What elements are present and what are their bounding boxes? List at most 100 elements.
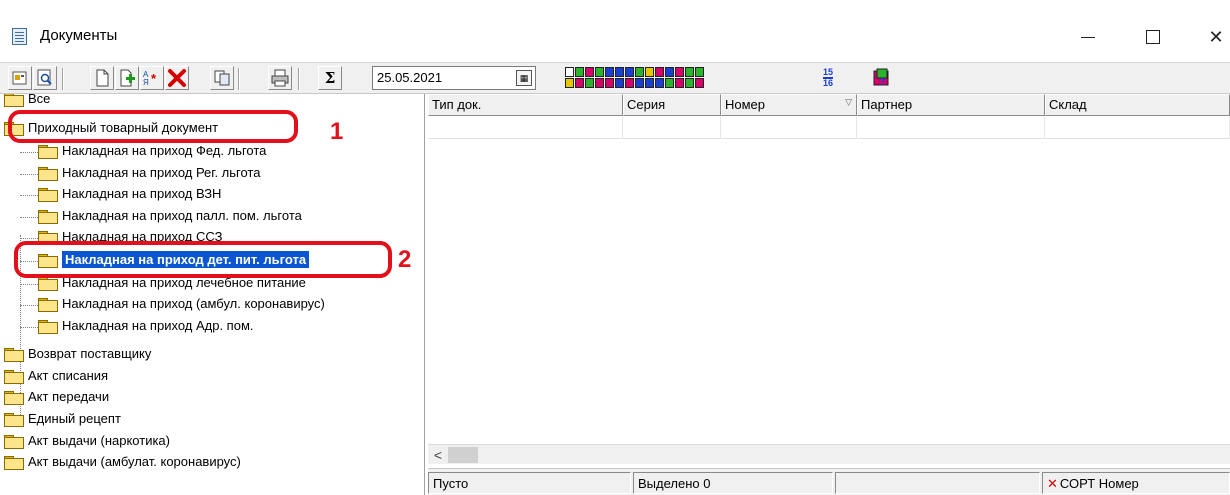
column-header-number[interactable]: Номер ▽ xyxy=(721,94,857,116)
sigma-icon: Σ xyxy=(324,69,336,87)
folder-icon xyxy=(38,166,58,181)
close-button[interactable]: ✕ xyxy=(1196,20,1230,54)
add-document-button[interactable] xyxy=(115,66,139,90)
tree-item-palliative[interactable]: Накладная на приход палл. пом. льгота xyxy=(38,206,302,225)
printer-icon xyxy=(271,69,289,87)
tree-item-all[interactable]: Все xyxy=(4,94,50,108)
documents-grid[interactable]: Тип док. Серия Номер ▽ Партнер Склад < П… xyxy=(428,94,1230,495)
copy-icon xyxy=(214,70,230,86)
window-title: Документы xyxy=(40,27,118,44)
tree-item-return-supplier[interactable]: Возврат поставщику xyxy=(4,344,151,363)
annotation-number-2: 2 xyxy=(398,246,412,273)
column-header-doc-type[interactable]: Тип док. xyxy=(428,94,623,116)
status-sort-label: СОРТ Номер xyxy=(1059,476,1139,491)
print-button[interactable] xyxy=(268,66,292,90)
folder-icon xyxy=(38,319,58,334)
tree-item-issue-narcotics[interactable]: Акт выдачи (наркотика) xyxy=(4,431,170,450)
folder-icon xyxy=(4,390,24,405)
tree-item-vzn[interactable]: Накладная на приход ВЗН xyxy=(38,184,221,203)
folder-icon xyxy=(4,94,24,107)
refresh-question-icon: ? xyxy=(873,68,889,88)
folder-icon xyxy=(38,187,58,202)
annotation-number-1: 1 xyxy=(330,118,344,145)
tree-item-targeted-aid[interactable]: Накладная на приход Адр. пом. xyxy=(38,316,254,335)
status-state: Пусто xyxy=(428,472,631,494)
tree-connector xyxy=(20,284,38,285)
minimize-button[interactable] xyxy=(1068,20,1108,54)
status-selected-count: Выделено 0 xyxy=(633,472,833,494)
maximize-button[interactable] xyxy=(1133,20,1173,54)
properties-icon xyxy=(12,71,27,85)
delete-x-icon xyxy=(168,69,186,87)
tree-connector xyxy=(20,327,38,328)
scroll-thumb[interactable] xyxy=(448,447,478,463)
status-bar: Пусто Выделено 0 ✕ СОРТ Номер xyxy=(428,468,1230,495)
toolbar-separator xyxy=(238,68,240,90)
properties-button[interactable] xyxy=(8,66,32,90)
tree-connector xyxy=(20,174,38,175)
maximize-icon xyxy=(1146,30,1160,44)
column-header-partner[interactable]: Партнер xyxy=(857,94,1045,116)
magnifier-icon xyxy=(37,69,52,86)
svg-text:Я: Я xyxy=(143,78,149,87)
close-icon: ✕ xyxy=(1208,27,1224,47)
tree-item-transfer[interactable]: Акт передачи xyxy=(4,387,109,406)
folder-icon xyxy=(38,297,58,312)
tree-connector xyxy=(20,305,38,306)
sum-button[interactable]: Σ xyxy=(318,66,342,90)
column-header-series[interactable]: Серия xyxy=(623,94,721,116)
tree-item-ambulatory-covid[interactable]: Накладная на приход (амбул. коронавирус) xyxy=(38,294,325,313)
folder-icon xyxy=(4,347,24,362)
folder-icon xyxy=(38,209,58,224)
table-row[interactable] xyxy=(428,117,1230,139)
clear-sort-icon[interactable]: ✕ xyxy=(1047,476,1058,491)
minimize-icon xyxy=(1081,36,1095,38)
calendar-range-button[interactable]: 15 16 xyxy=(816,66,840,90)
sort-indicator-icon: ▽ xyxy=(845,97,852,107)
sort-az-icon: AЯ * xyxy=(143,70,157,87)
toolbar-separator xyxy=(298,68,300,90)
scroll-left-icon[interactable]: < xyxy=(430,446,446,464)
table-cell xyxy=(623,117,721,139)
tree-item-reg-benefit[interactable]: Накладная на приход Рег. льгота xyxy=(38,163,260,182)
calendar-range-bottom: 16 xyxy=(822,78,833,88)
copy-button[interactable] xyxy=(210,66,234,90)
tree-item-unified-prescription[interactable]: Единый рецепт xyxy=(4,409,121,428)
column-header-warehouse[interactable]: Склад xyxy=(1045,94,1230,116)
table-cell xyxy=(428,117,623,139)
new-document-button[interactable] xyxy=(90,66,114,90)
sort-button[interactable]: A Я * xyxy=(140,66,164,90)
tree-connector xyxy=(20,195,38,196)
document-type-tree[interactable]: Все Приходный товарный документ Накладна… xyxy=(0,94,425,495)
date-value: 25.05.2021 xyxy=(377,70,443,85)
toolbar: A Я * Σ 25.05.2021 ▦ 15 16 ? xyxy=(0,62,1230,94)
folder-icon xyxy=(4,369,24,384)
status-sort-panel[interactable]: ✕ СОРТ Номер xyxy=(1042,472,1230,494)
tree-item-write-off[interactable]: Акт списания xyxy=(4,366,108,385)
folder-icon xyxy=(4,434,24,449)
document-app-icon xyxy=(12,28,27,45)
annotation-box-1 xyxy=(8,110,298,143)
table-cell xyxy=(1045,117,1230,139)
tree-item-issue-covid[interactable]: Акт выдачи (амбулат. коронавирус) xyxy=(4,452,241,471)
calendar-icon[interactable]: ▦ xyxy=(516,70,532,86)
refresh-help-button[interactable]: ? xyxy=(870,66,894,90)
document-type-filter-icons[interactable] xyxy=(565,67,704,89)
date-field[interactable]: 25.05.2021 ▦ xyxy=(372,66,536,90)
svg-text:*: * xyxy=(151,71,157,86)
tree-item-fed-benefit[interactable]: Накладная на приход Фед. льгота xyxy=(38,141,266,160)
table-cell xyxy=(721,117,857,139)
folder-icon xyxy=(4,455,24,470)
tree-connector xyxy=(20,238,38,239)
folder-icon xyxy=(38,144,58,159)
preview-button[interactable] xyxy=(33,66,57,90)
toolbar-separator xyxy=(62,68,64,90)
status-empty-panel xyxy=(835,472,1040,494)
delete-button[interactable] xyxy=(165,66,189,90)
annotation-box-2 xyxy=(14,241,392,278)
tree-connector xyxy=(20,152,38,153)
horizontal-scrollbar[interactable]: < xyxy=(428,444,1230,464)
table-cell xyxy=(857,117,1045,139)
new-document-icon xyxy=(96,69,109,87)
title-bar: Документы ✕ xyxy=(0,6,1230,62)
